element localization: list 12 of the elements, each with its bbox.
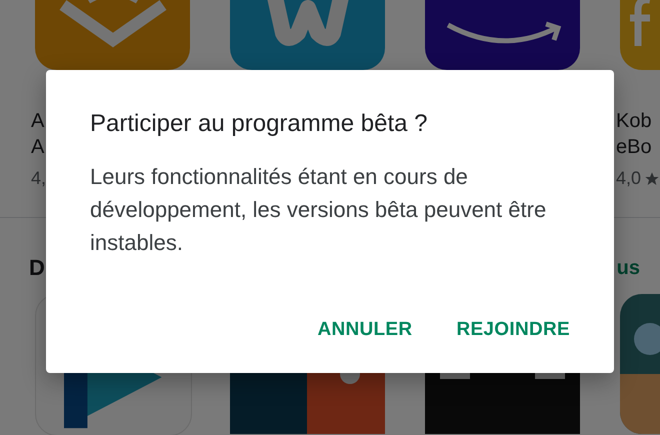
dialog-button[interactable]: ANNULER xyxy=(309,311,420,349)
section-title: D xyxy=(29,255,45,281)
app-name: eBo xyxy=(616,135,652,160)
more-link[interactable]: us xyxy=(616,256,640,280)
app-rating: 4,0 xyxy=(616,168,642,189)
dialog-button[interactable]: REJOINDRE xyxy=(448,311,578,349)
app-name: A xyxy=(31,109,44,134)
dialog-message: Leurs fonctionnalités étant en cours de développement, les versions bêta peuvent être instables. xyxy=(90,163,548,257)
app-name: A xyxy=(31,135,44,160)
app-rating: 4, xyxy=(31,168,46,189)
dialog-title: Participer au programme bêta ? xyxy=(90,110,428,138)
app-name: Kob xyxy=(616,109,652,134)
